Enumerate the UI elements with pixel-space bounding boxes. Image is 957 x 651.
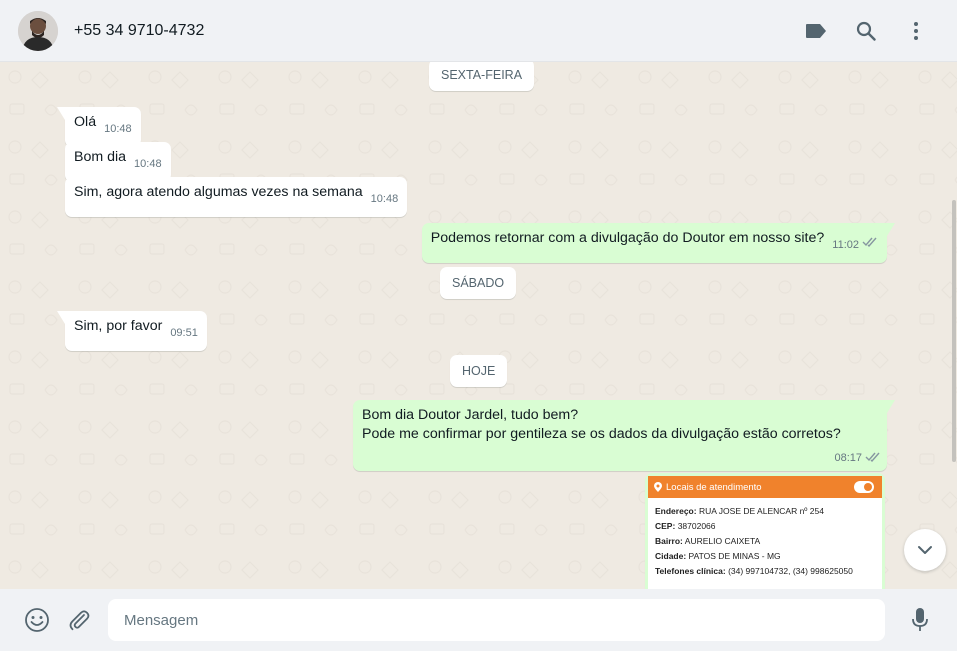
image-message[interactable]: Locais de atendimento Endereço: RUA JOSE… — [645, 473, 885, 589]
card-label: Telefones clínica: — [655, 566, 726, 576]
chat-header: +55 34 9710-4732 — [0, 0, 957, 62]
card-value: (34) 997104732, (34) 998625050 — [728, 566, 853, 576]
card-value: 38702066 — [677, 521, 716, 531]
chevron-down-icon — [918, 546, 932, 554]
location-pin-icon — [654, 482, 662, 492]
message-text: Bom dia — [74, 149, 127, 165]
scrollbar-thumb[interactable] — [952, 200, 956, 462]
date-divider: SÁBADO — [440, 267, 517, 299]
message-input[interactable] — [108, 599, 885, 641]
message-text: Podemos retornar com a divulgação do Dou… — [430, 230, 825, 246]
card-value: AURELIO CAIXETA — [684, 536, 761, 546]
card-row: Bairro: AURELIO CAIXETA — [655, 534, 875, 549]
date-divider: HOJE — [450, 355, 508, 387]
message-text: Sim, agora atendo algumas vezes na seman… — [74, 184, 363, 200]
contact-name[interactable]: +55 34 9710-4732 — [74, 22, 801, 40]
message-time: 10:48 — [370, 193, 399, 205]
message-time: 09:51 — [170, 327, 198, 339]
message-meta: 08:17 — [826, 448, 881, 468]
message-incoming[interactable]: Sim, agora atendo algumas vezes na seman… — [65, 177, 408, 217]
message-text-line: Bom dia Doutor Jardel, tudo bem? — [362, 407, 579, 423]
toggle-icon — [854, 481, 874, 493]
scroll-down-button[interactable] — [904, 529, 946, 571]
message-text: Olá — [74, 114, 97, 130]
emoji-icon[interactable] — [16, 599, 58, 641]
shared-image: Locais de atendimento Endereço: RUA JOSE… — [648, 476, 882, 589]
date-divider: SEXTA-FEIRA — [429, 62, 535, 91]
card-body: Endereço: RUA JOSE DE ALENCAR nº 254 CEP… — [648, 498, 882, 585]
message-time: 10:48 — [104, 123, 132, 135]
message-outgoing[interactable]: Bom dia Doutor Jardel, tudo bem? Pode me… — [353, 400, 895, 471]
card-value: PATOS DE MINAS - MG — [688, 551, 781, 561]
contact-avatar[interactable] — [18, 10, 58, 51]
message-time: 10:48 — [134, 158, 162, 170]
message-outgoing[interactable]: Podemos retornar com a divulgação do Dou… — [421, 223, 896, 263]
chat-scrollbar[interactable] — [951, 62, 957, 589]
avatar-image — [18, 10, 58, 51]
message-time: 11:02 — [832, 239, 859, 251]
card-title: Locais de atendimento — [666, 481, 762, 493]
card-label: Bairro: — [655, 536, 683, 546]
search-icon[interactable] — [851, 16, 881, 46]
card-header: Locais de atendimento — [648, 476, 882, 498]
read-ticks-icon — [865, 449, 881, 468]
message-time: 08:17 — [834, 452, 862, 464]
read-ticks-icon — [862, 234, 878, 253]
header-actions — [801, 16, 931, 46]
compose-bar — [0, 589, 957, 651]
message-text: Sim, por favor — [74, 318, 163, 334]
conversation-panel[interactable]: SEXTA-FEIRA Olá 10:48 Bom dia 10:48 Sim, a… — [0, 62, 957, 589]
card-label: Cidade: — [655, 551, 687, 561]
card-row: Endereço: RUA JOSE DE ALENCAR nº 254 — [655, 504, 875, 519]
message-incoming[interactable]: Sim, por favor 09:51 — [57, 311, 207, 351]
label-icon[interactable] — [801, 16, 831, 46]
card-row: Telefones clínica: (34) 997104732, (34) … — [655, 564, 875, 579]
microphone-icon[interactable] — [899, 599, 941, 641]
message-text-line: Pode me confirmar por gentileza se os da… — [362, 426, 841, 442]
card-row: CEP: 38702066 — [655, 519, 875, 534]
message-incoming[interactable]: Olá 10:48 — [57, 107, 141, 147]
card-value: RUA JOSE DE ALENCAR nº 254 — [698, 506, 824, 516]
attach-icon[interactable] — [58, 599, 100, 641]
menu-kebab-icon[interactable] — [901, 16, 931, 46]
card-label: CEP: — [655, 521, 676, 531]
card-row: Cidade: PATOS DE MINAS - MG — [655, 549, 875, 564]
card-label: Endereço: — [655, 506, 697, 516]
message-incoming[interactable]: Bom dia 10:48 — [65, 142, 171, 182]
